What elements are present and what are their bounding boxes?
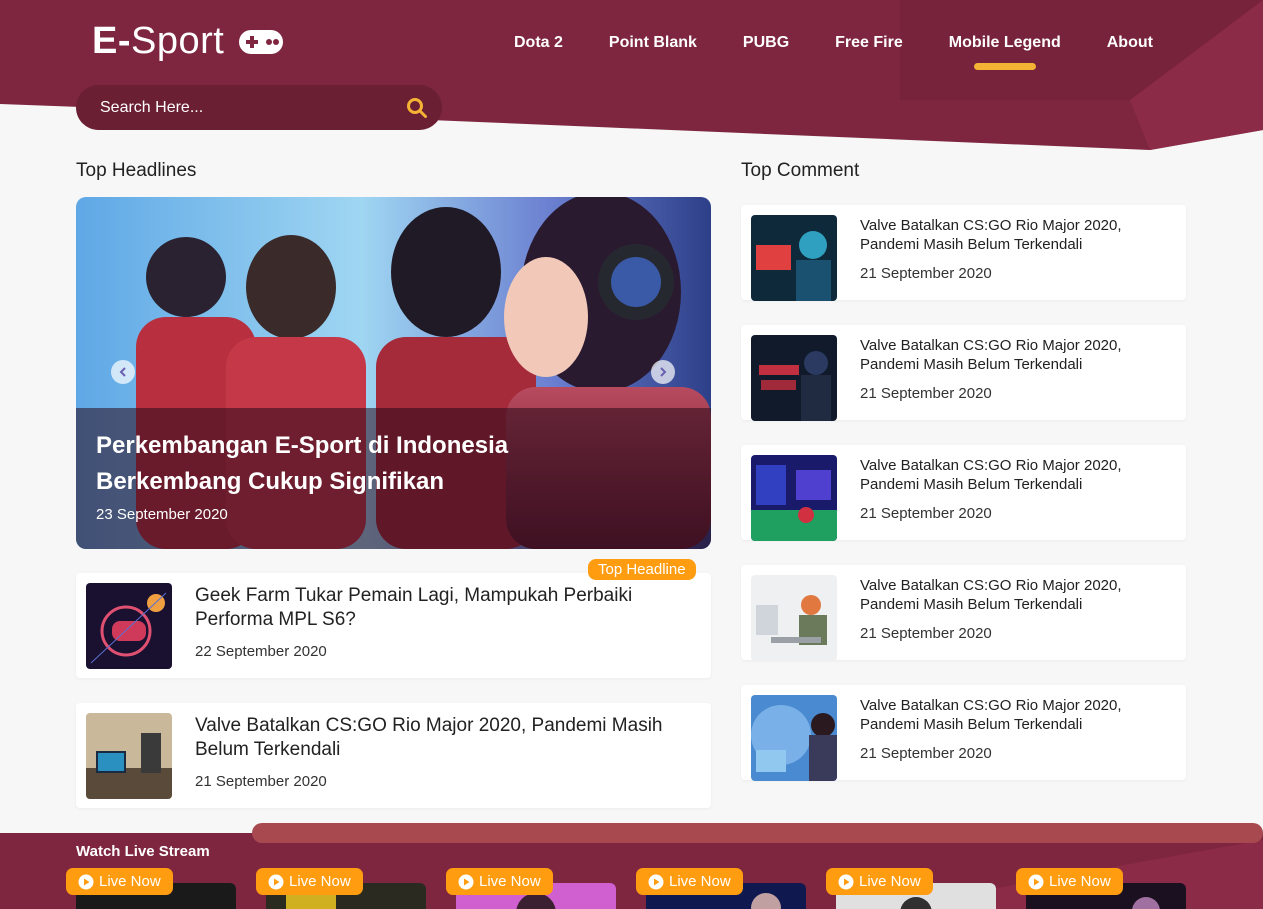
live-now-badge[interactable]: Live Now	[256, 868, 363, 895]
comment-thumbnail	[751, 455, 837, 541]
hero-date: 23 September 2020	[96, 506, 228, 523]
nav-item-mobile-legend[interactable]: Mobile Legend	[949, 34, 1061, 52]
headline-card-title: Valve Batalkan CS:GO Rio Major 2020, Pan…	[195, 715, 663, 760]
comment-card[interactable]: Valve Batalkan CS:GO Rio Major 2020, Pan…	[741, 565, 1186, 661]
search-icon[interactable]	[406, 97, 428, 119]
live-stream-title: Watch Live Stream	[76, 843, 210, 860]
headline-card-title: Geek Farm Tukar Pemain Lagi, Mampukah Pe…	[195, 585, 633, 630]
live-now-label: Live Now	[479, 873, 541, 890]
top-headlines-title: Top Headlines	[76, 160, 197, 181]
play-icon	[458, 874, 474, 889]
carousel-prev-button[interactable]	[111, 360, 135, 384]
top-comment-title: Top Comment	[741, 160, 860, 181]
chevron-right-icon	[660, 367, 667, 377]
live-now-label: Live Now	[669, 873, 731, 890]
comment-card-title: Valve Batalkan CS:GO Rio Major 2020, Pan…	[860, 337, 1122, 373]
hero-caption: Perkembangan E-Sport di Indonesia Berkem…	[76, 408, 711, 549]
headline-thumbnail	[86, 583, 172, 669]
comment-card-date: 21 September 2020	[860, 625, 992, 642]
nav-item-pubg[interactable]: PUBG	[743, 34, 789, 52]
headline-card[interactable]: Geek Farm Tukar Pemain Lagi, Mampukah Pe…	[76, 573, 711, 678]
logo-text: E-Sport	[92, 20, 225, 62]
play-icon	[78, 874, 94, 889]
comment-thumbnail	[751, 575, 837, 661]
comment-card-title: Valve Batalkan CS:GO Rio Major 2020, Pan…	[860, 217, 1122, 253]
live-now-badge[interactable]: Live Now	[1016, 868, 1123, 895]
comment-thumbnail	[751, 335, 837, 421]
play-icon	[838, 874, 854, 889]
comment-card-date: 21 September 2020	[860, 385, 992, 402]
comment-card-title: Valve Batalkan CS:GO Rio Major 2020, Pan…	[860, 457, 1122, 493]
nav-item-dota-2[interactable]: Dota 2	[514, 34, 563, 52]
live-now-label: Live Now	[1049, 873, 1111, 890]
nav-item-point-blank[interactable]: Point Blank	[609, 34, 697, 52]
comment-card[interactable]: Valve Batalkan CS:GO Rio Major 2020, Pan…	[741, 205, 1186, 301]
live-now-label: Live Now	[859, 873, 921, 890]
headline-thumbnail	[86, 713, 172, 799]
live-now-badge[interactable]: Live Now	[636, 868, 743, 895]
comment-thumbnail	[751, 215, 837, 301]
live-now-badge[interactable]: Live Now	[826, 868, 933, 895]
headline-card[interactable]: Valve Batalkan CS:GO Rio Major 2020, Pan…	[76, 703, 711, 808]
play-icon	[268, 874, 284, 889]
hero-carousel[interactable]: Perkembangan E-Sport di Indonesia Berkem…	[76, 197, 711, 549]
site-logo[interactable]: E-Sport	[92, 20, 284, 63]
comment-card-date: 21 September 2020	[860, 745, 992, 762]
live-now-label: Live Now	[99, 873, 161, 890]
chevron-left-icon	[119, 367, 126, 377]
play-icon	[1028, 874, 1044, 889]
comment-card-title: Valve Batalkan CS:GO Rio Major 2020, Pan…	[860, 697, 1122, 733]
top-headline-badge: Top Headline	[588, 559, 696, 580]
comment-card[interactable]: Valve Batalkan CS:GO Rio Major 2020, Pan…	[741, 685, 1186, 781]
gamepad-icon	[239, 29, 284, 54]
comment-card[interactable]: Valve Batalkan CS:GO Rio Major 2020, Pan…	[741, 325, 1186, 421]
comment-card-date: 21 September 2020	[860, 505, 992, 522]
live-now-badge[interactable]: Live Now	[66, 868, 173, 895]
search-bar	[76, 85, 442, 130]
main-nav: Dota 2 Point Blank PUBG Free Fire Mobile…	[514, 34, 1153, 52]
live-now-badge[interactable]: Live Now	[446, 868, 553, 895]
headline-card-date: 22 September 2020	[195, 643, 327, 660]
hero-title[interactable]: Perkembangan E-Sport di Indonesia Berkem…	[96, 428, 536, 500]
headline-card-date: 21 September 2020	[195, 773, 327, 790]
nav-item-about[interactable]: About	[1107, 34, 1153, 52]
play-icon	[648, 874, 664, 889]
search-input[interactable]	[100, 98, 406, 117]
live-now-label: Live Now	[289, 873, 351, 890]
comment-card-date: 21 September 2020	[860, 265, 992, 282]
comment-thumbnail	[751, 695, 837, 781]
carousel-next-button[interactable]	[651, 360, 675, 384]
comment-card-title: Valve Batalkan CS:GO Rio Major 2020, Pan…	[860, 577, 1122, 613]
nav-item-free-fire[interactable]: Free Fire	[835, 34, 903, 52]
comment-card[interactable]: Valve Batalkan CS:GO Rio Major 2020, Pan…	[741, 445, 1186, 541]
